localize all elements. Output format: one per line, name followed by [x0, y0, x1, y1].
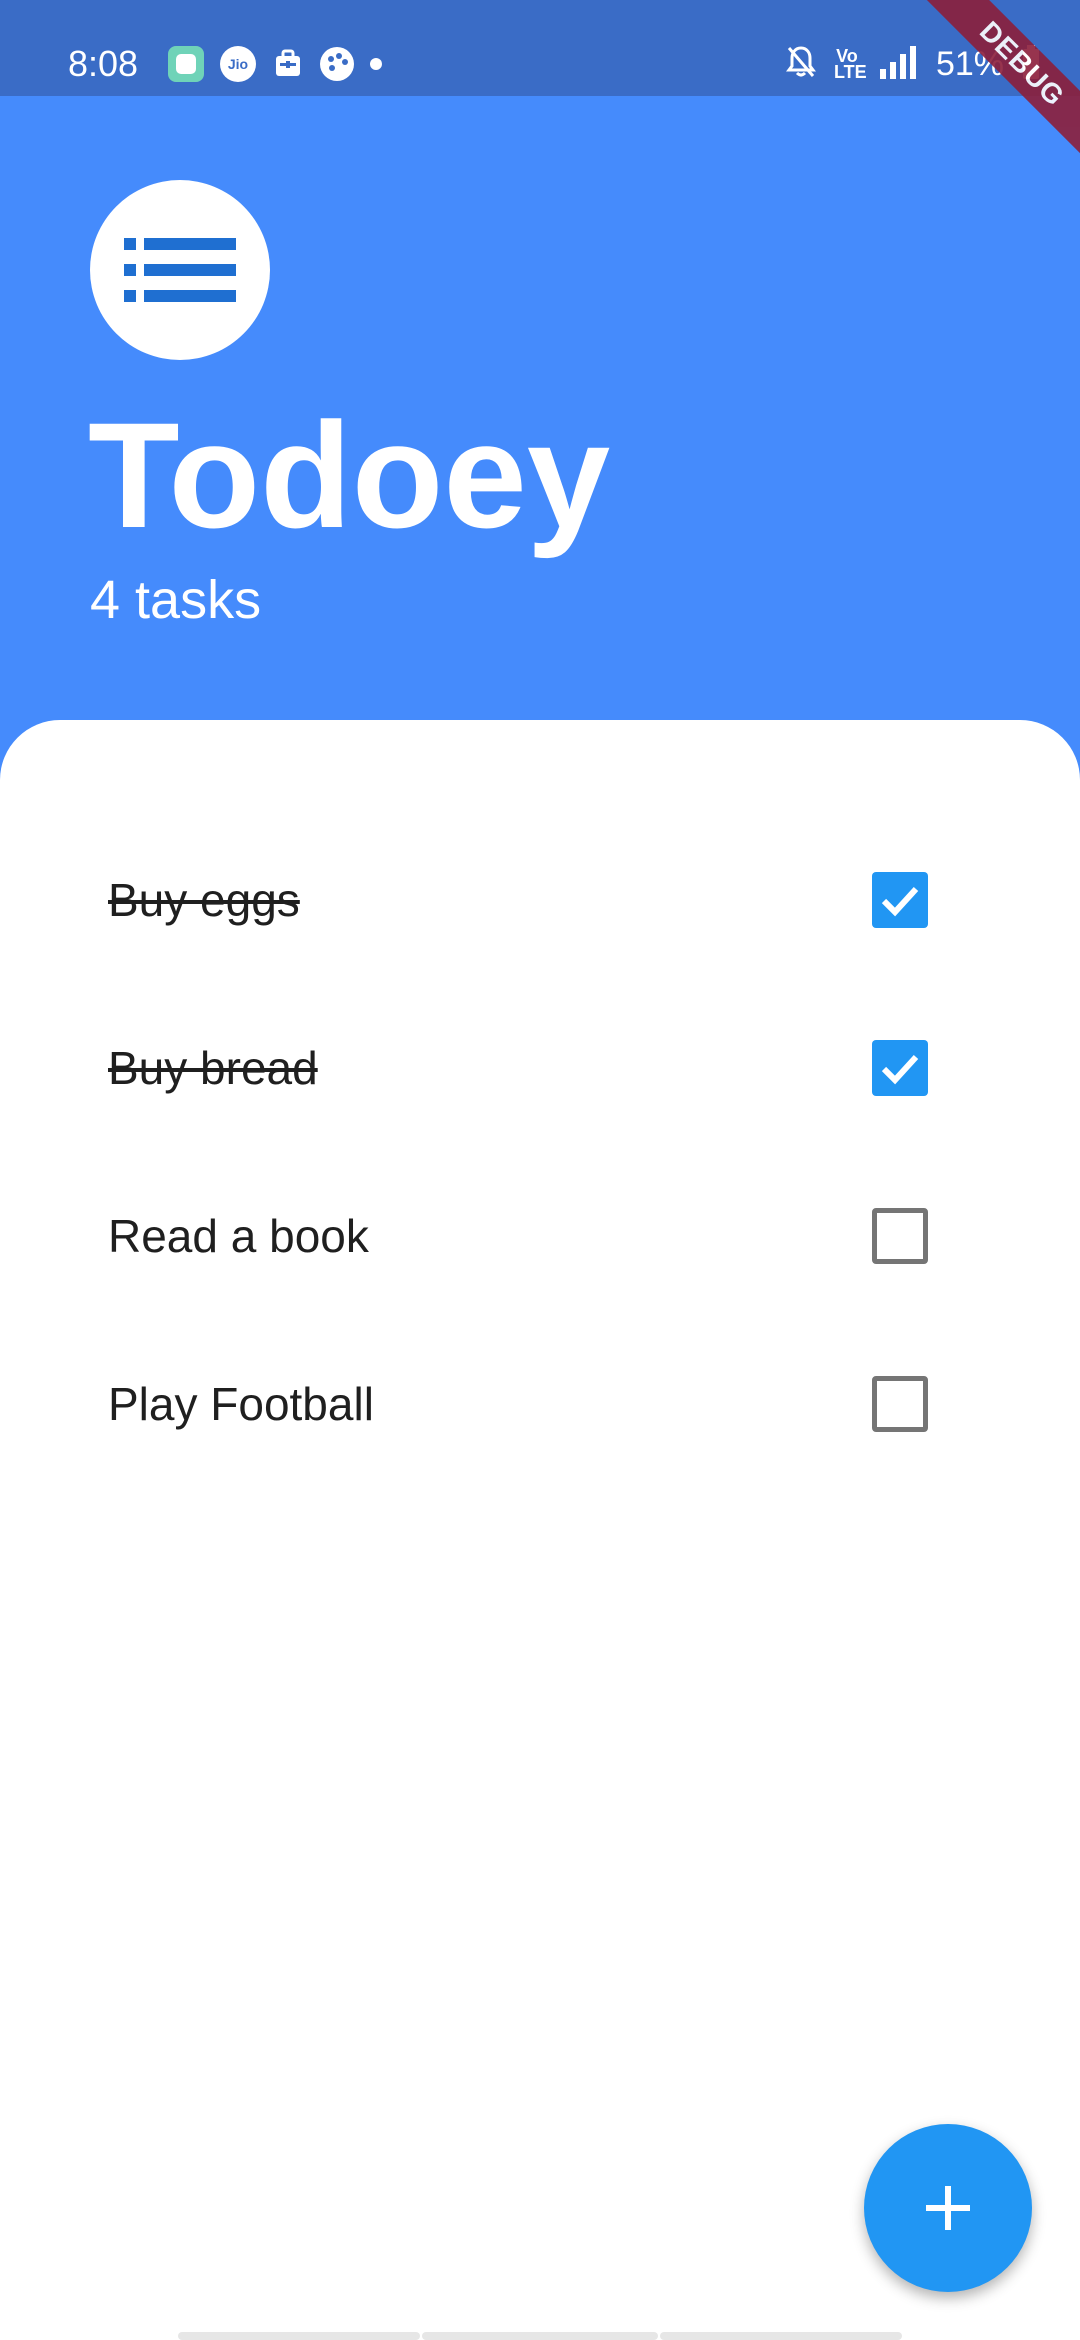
bag-icon — [272, 48, 304, 80]
task-list-panel: Buy eggs Buy bread Read a book Play Foot… — [0, 720, 1080, 2340]
task-title: Buy eggs — [108, 874, 300, 926]
add-task-button[interactable] — [864, 2124, 1032, 2292]
task-item[interactable]: Buy bread — [108, 1008, 928, 1128]
debug-banner: DEBUG — [900, 0, 1080, 180]
task-item[interactable]: Play Football — [108, 1344, 928, 1464]
task-item[interactable]: Buy eggs — [108, 840, 928, 960]
gesture-hint-bar — [660, 2332, 902, 2340]
status-notification-icons: Jio — [168, 46, 382, 82]
status-time: 8:08 — [68, 43, 139, 84]
palette-icon — [320, 47, 354, 81]
plus-icon — [864, 2186, 1032, 2296]
task-item[interactable]: Read a book — [108, 1176, 928, 1296]
task-title: Read a book — [108, 1210, 369, 1262]
task-title: Buy bread — [108, 1042, 318, 1094]
gesture-hint-bar — [178, 2332, 420, 2340]
task-title: Play Football — [108, 1378, 374, 1430]
app-logo — [90, 180, 270, 360]
gesture-hint-bar — [422, 2332, 658, 2340]
task-checkbox-unchecked[interactable] — [872, 1208, 928, 1264]
jio-icon: Jio — [220, 46, 256, 82]
task-checkbox-checked[interactable] — [872, 1040, 928, 1096]
volte-icon: Vo LTE — [833, 46, 867, 82]
dot-icon — [370, 58, 382, 70]
task-checkbox-unchecked[interactable] — [872, 1376, 928, 1432]
list-icon — [90, 238, 270, 364]
app-icon — [168, 46, 204, 82]
debug-label: DEBUG — [914, 0, 1080, 172]
mute-icon — [785, 45, 816, 84]
task-count: 4 tasks — [90, 570, 262, 630]
task-checkbox-checked[interactable] — [872, 872, 928, 928]
app-title: Todoey — [88, 391, 611, 559]
